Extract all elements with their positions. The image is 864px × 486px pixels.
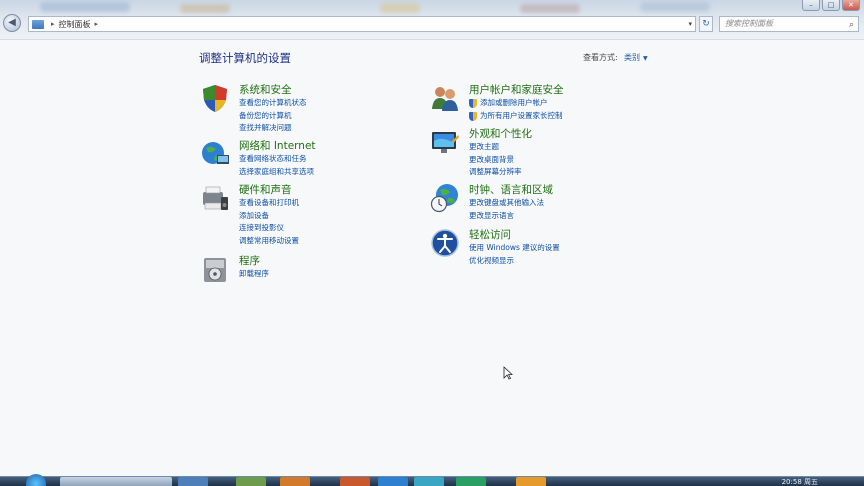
view-by-dropdown[interactable]: 类别 ▼ <box>624 52 648 63</box>
mouse-cursor-icon <box>503 366 513 380</box>
taskbar-item[interactable] <box>236 477 266 486</box>
view-by-label: 查看方式: <box>583 53 618 62</box>
link-troubleshoot[interactable]: 查找并解决问题 <box>239 122 307 135</box>
view-by-value: 类别 <box>624 53 640 62</box>
search-icon[interactable]: ⌕ <box>849 18 854 32</box>
taskbar-item[interactable] <box>340 477 370 486</box>
link-homegroup-sharing[interactable]: 选择家庭组和共享选项 <box>239 166 316 179</box>
taskbar-item[interactable] <box>516 477 546 486</box>
system-security-icon <box>203 85 227 112</box>
category-title[interactable]: 网络和 Internet <box>239 139 316 153</box>
link-change-display-language[interactable]: 更改显示语言 <box>469 210 553 223</box>
link-screen-resolution[interactable]: 调整屏幕分辨率 <box>469 166 532 179</box>
search-input[interactable]: 搜索控制面板 ⌕ <box>719 16 859 32</box>
search-placeholder: 搜索控制面板 <box>725 19 773 28</box>
category-title[interactable]: 硬件和声音 <box>239 183 299 197</box>
breadcrumb-control-panel[interactable]: 控制面板 <box>59 19 91 30</box>
address-bar[interactable]: ▸ 控制面板 ▸ ▾ <box>28 16 696 32</box>
taskbar-item[interactable] <box>414 477 444 486</box>
link-view-network-status[interactable]: 查看网络状态和任务 <box>239 153 316 166</box>
maximize-button[interactable]: □ <box>822 0 840 11</box>
category-title[interactable]: 时钟、语言和区域 <box>469 183 553 197</box>
taskbar-clock[interactable]: 20:58 周五 <box>782 477 818 486</box>
link-connect-projector[interactable]: 连接到投影仪 <box>239 222 299 235</box>
link-change-input-method[interactable]: 更改键盘或其他输入法 <box>469 197 553 210</box>
minimize-button[interactable]: – <box>802 0 820 11</box>
link-uninstall-program[interactable]: 卸载程序 <box>239 268 269 281</box>
link-mobility-settings[interactable]: 调整常用移动设置 <box>239 235 299 248</box>
link-parental-controls[interactable]: 为所有用户设置家长控制 <box>469 110 564 123</box>
link-change-theme[interactable]: 更改主题 <box>469 141 532 154</box>
category-title[interactable]: 程序 <box>239 254 269 268</box>
hardware-sound-icon <box>203 186 228 210</box>
clock-language-region-icon <box>430 184 458 213</box>
link-devices-printers[interactable]: 查看设备和打印机 <box>239 197 299 210</box>
link-view-computer-status[interactable]: 查看您的计算机状态 <box>239 97 307 110</box>
window-controls: – □ ✕ <box>802 0 860 11</box>
taskbar-item-explorer[interactable] <box>60 477 172 486</box>
close-button[interactable]: ✕ <box>842 0 860 11</box>
caret-down-icon: ▼ <box>643 55 648 62</box>
category-title[interactable]: 轻松访问 <box>469 228 560 242</box>
link-recommended-settings[interactable]: 使用 Windows 建议的设置 <box>469 242 560 255</box>
page-title: 调整计算机的设置 <box>199 51 291 65</box>
taskbar-item[interactable] <box>280 477 310 486</box>
back-button[interactable]: ◀ <box>3 14 21 32</box>
ease-of-access-icon <box>431 229 459 257</box>
address-separator: ▸ <box>51 20 55 28</box>
category-title[interactable]: 用户帐户和家庭安全 <box>469 83 564 97</box>
link-add-remove-accounts[interactable]: 添加或删除用户帐户 <box>469 97 564 110</box>
category-title[interactable]: 外观和个性化 <box>469 127 532 141</box>
network-icon <box>202 142 229 164</box>
address-separator: ▸ <box>94 20 99 28</box>
link-optimize-visual-display[interactable]: 优化视频显示 <box>469 255 560 268</box>
taskbar-item[interactable] <box>456 477 486 486</box>
chevron-down-icon[interactable]: ▾ <box>688 20 692 28</box>
programs-icon <box>204 258 226 282</box>
taskbar-item[interactable] <box>178 477 208 486</box>
category-title[interactable]: 系统和安全 <box>239 83 307 97</box>
link-desktop-background[interactable]: 更改桌面背景 <box>469 154 532 167</box>
appearance-icon <box>432 132 459 153</box>
taskbar-item[interactable] <box>378 477 408 486</box>
link-backup-computer[interactable]: 备份您的计算机 <box>239 110 307 123</box>
refresh-button[interactable]: ↻ <box>699 16 713 32</box>
user-accounts-icon <box>432 87 458 111</box>
control-panel-icon <box>32 19 44 29</box>
link-add-device[interactable]: 添加设备 <box>239 210 299 223</box>
